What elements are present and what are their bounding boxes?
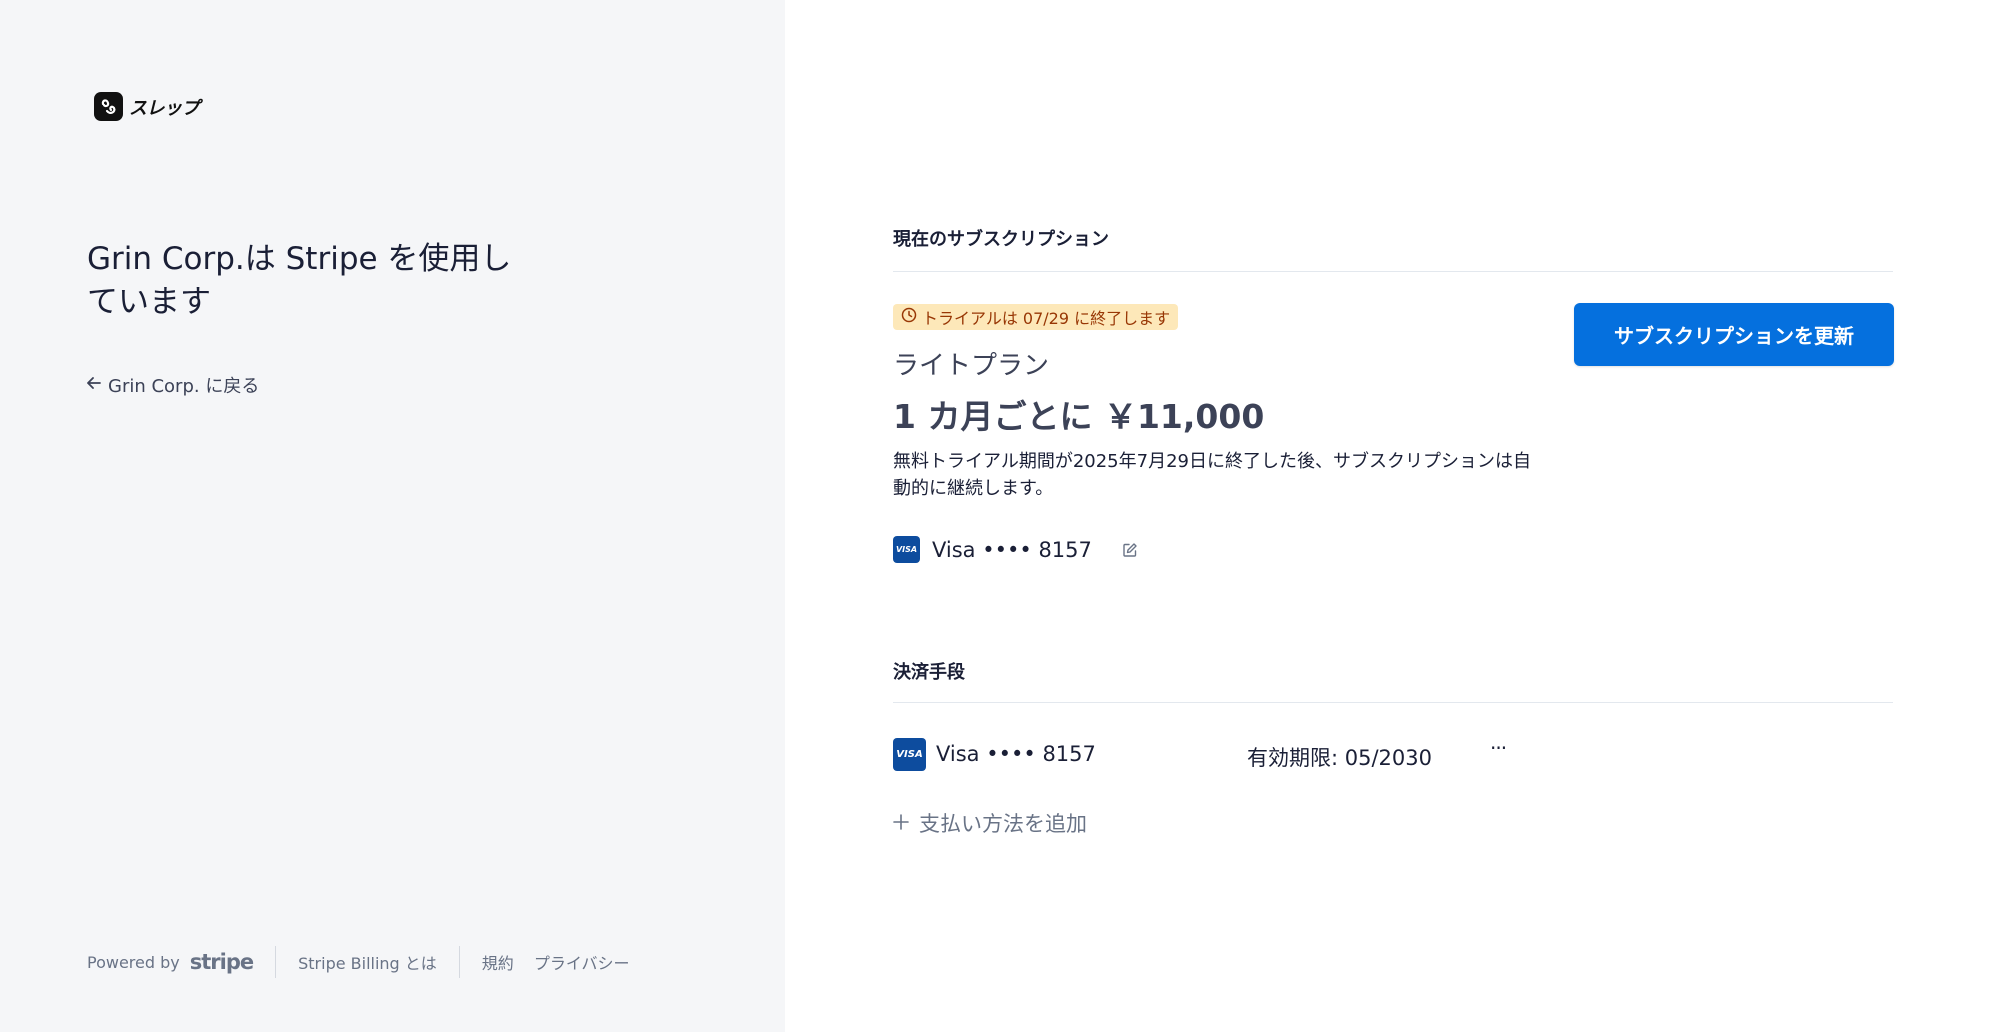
stripe-billing-link[interactable]: Stripe Billing とは — [298, 950, 437, 974]
footer-divider — [458, 946, 460, 978]
more-options-icon[interactable]: ··· — [1490, 736, 1507, 760]
add-payment-method-button[interactable]: 支払い方法を追加 — [893, 808, 1087, 838]
footer: Powered by stripe Stripe Billing とは 規約 プ… — [87, 946, 630, 978]
logo-text: スレップ — [129, 97, 200, 119]
trial-badge-text: トライアルは 07/29 に終了します — [922, 309, 1171, 328]
payment-method-row: VISA Visa •••• 8157 有効期限: 05/2030 ··· — [893, 736, 1513, 772]
stripe-logo: stripe — [189, 950, 254, 974]
left-panel: スレップ Grin Corp.は Stripe を使用しています Grin Co… — [0, 0, 785, 1032]
card-label: Visa •••• 8157 — [932, 537, 1092, 562]
plan-price: 1 カ月ごとに ￥11,000 — [893, 397, 1265, 436]
card-label: Visa •••• 8157 — [936, 742, 1096, 766]
back-to-merchant-link[interactable]: Grin Corp. に戻る — [86, 372, 259, 398]
sleepu-logo-icon — [94, 92, 123, 121]
update-subscription-button[interactable]: サブスクリプションを更新 — [1574, 303, 1894, 366]
trial-status-badge: トライアルは 07/29 に終了します — [893, 304, 1179, 330]
section-divider — [893, 271, 1893, 272]
visa-card-icon: VISA — [893, 536, 920, 563]
subscription-section-title: 現在のサブスクリプション — [893, 229, 1109, 250]
terms-link[interactable]: 規約 — [482, 950, 514, 974]
footer-divider — [275, 946, 277, 978]
section-divider — [893, 702, 1893, 703]
card-expiry: 有効期限: 05/2030 — [1247, 746, 1432, 770]
powered-by-label: Powered by — [87, 952, 180, 972]
merchant-heading: Grin Corp.は Stripe を使用しています — [87, 241, 512, 320]
add-payment-method-label: 支払い方法を追加 — [919, 812, 1087, 836]
plus-icon — [893, 811, 909, 835]
plan-description: 無料トライアル期間が2025年7月29日に終了した後、サブスクリプションは自動的… — [893, 451, 1531, 499]
clock-icon — [901, 307, 917, 327]
plan-name: ライトプラン — [893, 351, 1050, 381]
powered-by-stripe[interactable]: Powered by stripe — [87, 950, 254, 974]
edit-icon[interactable] — [1122, 541, 1140, 559]
subscription-payment-card: VISA Visa •••• 8157 — [893, 536, 1140, 563]
privacy-link[interactable]: プライバシー — [534, 950, 630, 974]
arrow-left-icon — [86, 375, 102, 396]
merchant-logo: スレップ — [94, 92, 200, 121]
payment-methods-section-title: 決済手段 — [893, 662, 965, 683]
back-link-label: Grin Corp. に戻る — [108, 376, 260, 397]
visa-card-icon: VISA — [893, 738, 926, 771]
